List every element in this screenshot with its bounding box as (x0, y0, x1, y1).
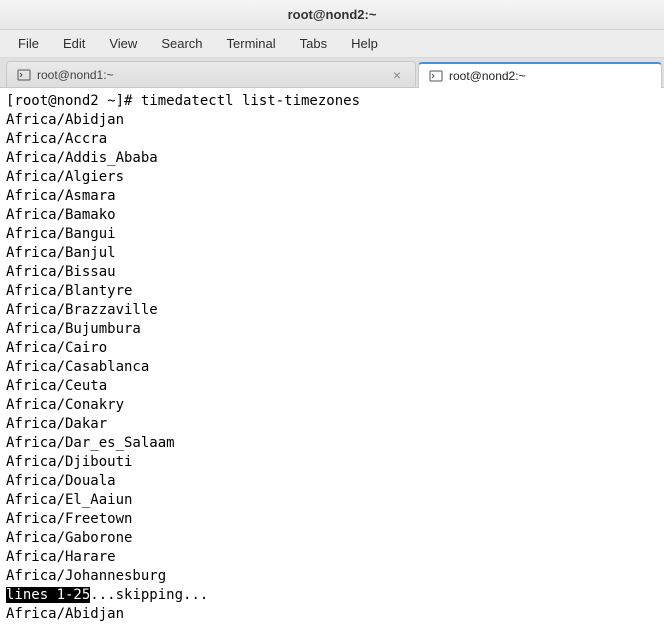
terminal-content[interactable]: [root@nond2 ~]# timedatectl list-timezon… (0, 88, 664, 626)
menu-view[interactable]: View (99, 32, 147, 55)
output-line: Africa/Bujumbura (6, 321, 141, 337)
output-line: Africa/Djibouti (6, 454, 132, 470)
output-line: Africa/Conakry (6, 397, 124, 413)
prompt: [root@nond2 ~]# (6, 93, 141, 109)
output-line: Africa/Addis_Ababa (6, 150, 158, 166)
terminal-icon (429, 69, 443, 83)
output-line: Africa/Accra (6, 131, 107, 147)
tab-label: root@nond2:~ (449, 69, 526, 83)
output-line: Africa/Bamako (6, 207, 116, 223)
output-line: Africa/Blantyre (6, 283, 132, 299)
menu-tabs[interactable]: Tabs (290, 32, 337, 55)
output-line: Africa/Johannesburg (6, 568, 166, 584)
output-line: Africa/Bissau (6, 264, 116, 280)
output-line: Africa/Brazzaville (6, 302, 158, 318)
output-line: Africa/Casablanca (6, 359, 149, 375)
window-title: root@nond2:~ (288, 7, 377, 22)
output-line: Africa/Abidjan (6, 606, 124, 622)
menu-help[interactable]: Help (341, 32, 388, 55)
output-line: Africa/El_Aaiun (6, 492, 132, 508)
menu-file[interactable]: File (8, 32, 49, 55)
menubar: File Edit View Search Terminal Tabs Help (0, 30, 664, 58)
tab-nond1[interactable]: root@nond1:~ × (6, 61, 416, 87)
output-line: Africa/Abidjan (6, 112, 124, 128)
output-line: Africa/Ceuta (6, 378, 107, 394)
tab-label: root@nond1:~ (37, 68, 359, 82)
tab-bar: root@nond1:~ × root@nond2:~ (0, 58, 664, 88)
output-line: Africa/Bangui (6, 226, 116, 242)
window-titlebar[interactable]: root@nond2:~ (0, 0, 664, 30)
menu-search[interactable]: Search (151, 32, 212, 55)
output-line: Africa/Cairo (6, 340, 107, 356)
output-line: Africa/Harare (6, 549, 116, 565)
output-line: Africa/Gaborone (6, 530, 132, 546)
tab-nond2[interactable]: root@nond2:~ (418, 62, 662, 88)
close-icon[interactable]: × (389, 67, 405, 83)
pager-status-rest: ...skipping... (90, 587, 208, 603)
output-line: Africa/Dakar (6, 416, 107, 432)
output-line: Africa/Algiers (6, 169, 124, 185)
menu-terminal[interactable]: Terminal (217, 32, 286, 55)
terminal-window: root@nond2:~ File Edit View Search Termi… (0, 0, 664, 626)
pager-status-highlight: lines 1-25 (6, 587, 90, 603)
output-line: Africa/Banjul (6, 245, 116, 261)
output-line: Africa/Douala (6, 473, 116, 489)
menu-edit[interactable]: Edit (53, 32, 95, 55)
output-line: Africa/Freetown (6, 511, 132, 527)
output-line: Africa/Asmara (6, 188, 116, 204)
command: timedatectl list-timezones (141, 93, 360, 109)
output-line: Africa/Dar_es_Salaam (6, 435, 175, 451)
terminal-icon (17, 68, 31, 82)
